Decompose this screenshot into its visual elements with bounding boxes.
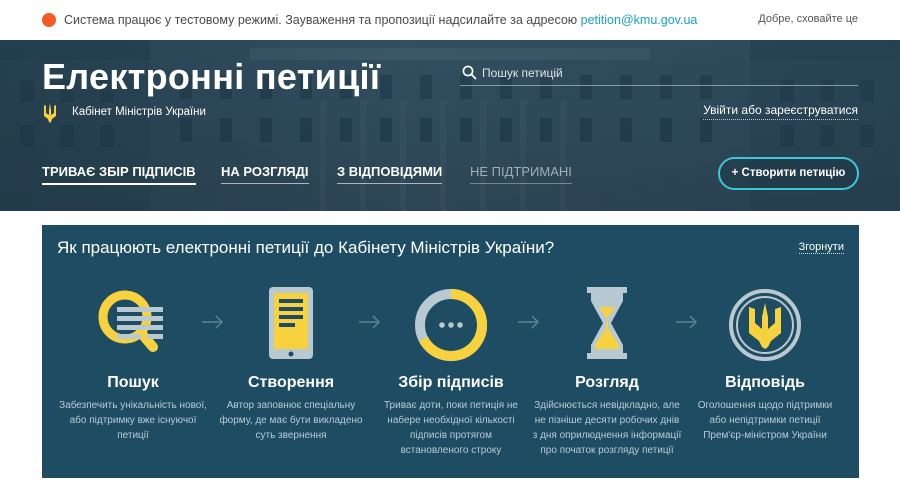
step-name: Розгляд	[575, 374, 639, 391]
search-input[interactable]	[482, 62, 852, 84]
step-review: Розгляд Здійснюється невідкладно, але не…	[524, 225, 684, 478]
step-name: Пошук	[107, 374, 159, 391]
login-register-link[interactable]: Увійти або зареєструватися	[703, 103, 858, 120]
step-description: Оголошення щодо підтримки або непідтримк…	[697, 400, 833, 441]
step-search: Пошук Забезпечить унікальність нової, аб…	[50, 225, 210, 478]
step-collect-signatures: Збір підписів Триває доти, поки петиція …	[368, 225, 528, 478]
step-create: Створення Автор заповнює спеціальну форм…	[208, 225, 368, 478]
tab-answered[interactable]: З ВІДПОВІДЯМИ	[337, 164, 443, 184]
tab-under-review[interactable]: НА РОЗГЛЯДІ	[221, 164, 309, 184]
notice-dot-icon	[42, 13, 56, 27]
step-description: Здійснюється невідкладно, але не пізніше…	[532, 400, 682, 456]
magnifier-icon	[98, 290, 163, 352]
search-icon[interactable]	[462, 65, 477, 80]
tab-collecting-signatures[interactable]: ТРИВАЄ ЗБІР ПІДПИСІВ	[42, 164, 196, 185]
trident-seal-icon	[729, 289, 801, 361]
hourglass-icon	[587, 287, 627, 359]
trident-icon	[44, 103, 56, 123]
step-answer: Відповідь Оголошення щодо підтримки або …	[682, 225, 842, 478]
notice-text: Система працює у тестовому режимі. Заува…	[64, 13, 697, 27]
search-bar	[460, 62, 858, 86]
step-description: Триває доти, поки петиція не набере необ…	[384, 400, 518, 456]
test-mode-notice: Система працює у тестовому режимі. Заува…	[0, 0, 900, 40]
notice-message: Система працює у тестовому режимі. Заува…	[64, 13, 581, 27]
hide-notice-button[interactable]: Добре, сховайте це	[758, 13, 858, 25]
step-description: Автор заповнює спеціальну форму, де має …	[219, 400, 363, 441]
step-name: Відповідь	[725, 374, 805, 391]
step-name: Збір підписів	[398, 374, 504, 391]
hero-header: Електронні петиції Кабінет Міністрів Укр…	[0, 40, 900, 211]
cabinet-label: Кабінет Міністрів України	[72, 106, 206, 118]
step-description: Забезпечить унікальність нової, або підт…	[59, 400, 207, 441]
tablet-form-icon	[269, 287, 313, 359]
site-title[interactable]: Електронні петиції	[42, 56, 380, 98]
notice-email-link[interactable]: petition@kmu.gov.ua	[581, 13, 698, 27]
how-it-works-panel: Як працюють електронні петиції до Кабіне…	[42, 225, 859, 478]
create-petition-button[interactable]: + Створити петицію	[718, 157, 859, 190]
progress-ring-icon	[415, 289, 488, 361]
step-name: Створення	[247, 374, 335, 391]
tab-not-supported[interactable]: НЕ ПІДТРИМАНІ	[470, 164, 572, 184]
